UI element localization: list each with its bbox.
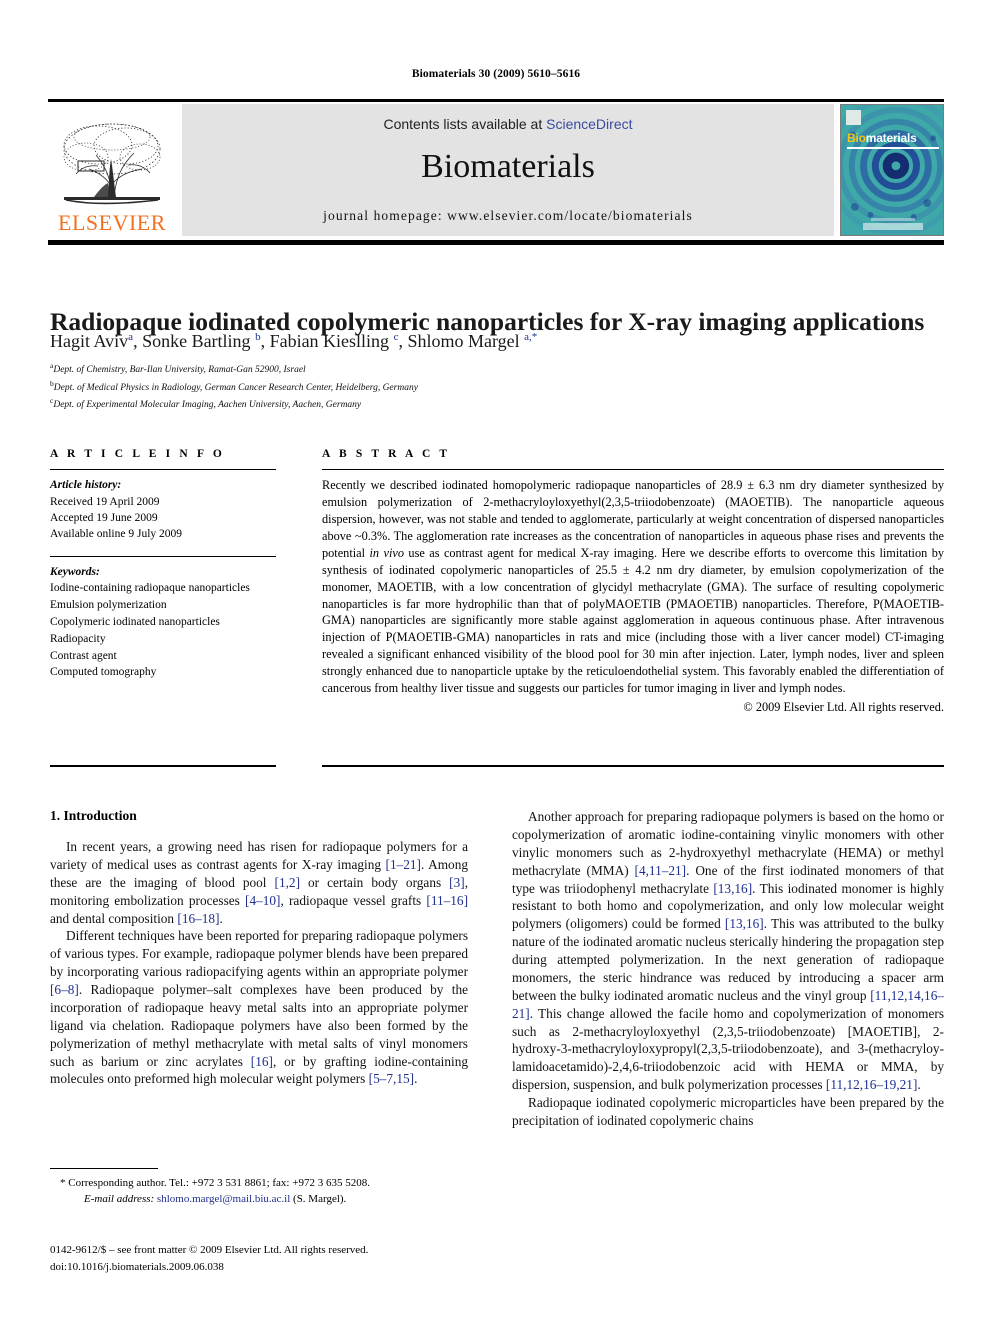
body-paragraph: Another approach for preparing radiopaqu…: [512, 809, 944, 1093]
imprint-block: 0142-9612/$ – see front matter © 2009 El…: [50, 1242, 480, 1275]
article-info-block: A R T I C L E I N F O Article history: R…: [50, 448, 276, 681]
cover-publisher-mark-icon: [846, 110, 861, 125]
journal-homepage-link[interactable]: journal homepage: www.elsevier.com/locat…: [323, 208, 693, 224]
footnote-star: *: [60, 1177, 66, 1189]
imprint-doi[interactable]: doi:10.1016/j.biomaterials.2009.06.038: [50, 1259, 480, 1276]
elsevier-wordmark: ELSEVIER: [58, 210, 166, 235]
article-info-rule-top: [50, 469, 276, 471]
contents-prefix: Contents lists available at: [383, 116, 547, 132]
footnote-rule: [50, 1168, 158, 1170]
elsevier-tree-icon: [63, 123, 161, 205]
author-list: Hagit Aviva, Sonke Bartling b, Fabian Ki…: [50, 331, 538, 351]
footnote-line: * Corresponding author. Tel.: +972 3 531…: [50, 1175, 468, 1191]
header-rule-top: [48, 99, 944, 102]
abstract-text: Recently we described iodinated homopoly…: [322, 478, 945, 696]
body-column-right: Another approach for preparing radiopaqu…: [512, 808, 944, 1130]
keyword-item: Iodine-containing radiopaque nanoparticl…: [50, 582, 250, 595]
abstract-rule-top: [322, 469, 944, 471]
affiliation-item: bDept. of Medical Physics in Radiology, …: [50, 378, 944, 396]
cover-title-underline: [847, 147, 939, 149]
article-first-page: Biomaterials 30 (2009) 5610–5616 ELSEVIE…: [0, 0, 992, 1323]
keyword-item: Emulsion polymerization: [50, 598, 167, 611]
abstract-rule-bottom: [322, 765, 944, 767]
article-history-item: Accepted 19 June 2009: [50, 511, 158, 524]
article-history-item: Available online 9 July 2009: [50, 528, 183, 541]
abstract-copyright: © 2009 Elsevier Ltd. All rights reserved…: [743, 699, 944, 714]
running-head: Biomaterials 30 (2009) 5610–5616: [411, 68, 581, 80]
affiliation-item: aDept. of Chemistry, Bar-Ilan University…: [50, 360, 944, 378]
cover-title-part2: materials: [865, 131, 917, 145]
journal-banner: ELSEVIER Contents lists available at Sci…: [48, 104, 944, 236]
affiliation-text: Dept. of Experimental Molecular Imaging,…: [53, 400, 362, 411]
banner-center: Contents lists available at ScienceDirec…: [182, 104, 834, 236]
keyword-item: Radiopacity: [50, 632, 106, 645]
email-link[interactable]: shlomo.margel@mail.biu.ac.il: [157, 1193, 290, 1205]
abstract-block: A B S T R A C T Recently we described io…: [322, 448, 944, 715]
body-column-left: 1. Introduction In recent years, a growi…: [50, 808, 468, 1088]
cover-footer-line-2: [863, 223, 923, 230]
cover-title-part1: Bio: [847, 131, 866, 145]
body-paragraph: Different techniques have been reported …: [50, 928, 469, 1087]
body-paragraph: Radiopaque iodinated copolymeric micropa…: [512, 1095, 944, 1128]
cover-footer-line-1: [871, 218, 915, 221]
email-suffix: (S. Margel).: [293, 1193, 347, 1206]
cover-journal-title: Biomaterials: [847, 131, 917, 145]
article-info-heading: A R T I C L E I N F O: [50, 448, 225, 460]
article-history-label: Article history:: [50, 479, 122, 492]
contents-available-line: Contents lists available at ScienceDirec…: [383, 116, 632, 132]
footnote-corresponding-text: Corresponding author. Tel.: +972 3 531 8…: [68, 1177, 370, 1189]
article-info-rule-middle: [50, 555, 276, 557]
body-paragraph: In recent years, a growing need has rise…: [50, 839, 469, 926]
elsevier-logo[interactable]: ELSEVIER: [48, 104, 176, 236]
keyword-item: Copolymeric iodinated nanoparticles: [50, 615, 220, 628]
keyword-item: Computed tomography: [50, 666, 157, 679]
abstract-heading: A B S T R A C T: [322, 448, 451, 460]
section-heading-introduction: 1. Introduction: [50, 808, 137, 823]
email-label: E-mail address:: [84, 1193, 155, 1206]
journal-cover-thumbnail[interactable]: Biomaterials: [840, 104, 944, 236]
sciencedirect-link[interactable]: ScienceDirect: [546, 116, 632, 132]
affiliation-text: Dept. of Medical Physics in Radiology, G…: [53, 382, 418, 393]
article-info-rule-bottom: [50, 765, 276, 767]
journal-title: Biomaterials: [421, 148, 595, 185]
keywords-label: Keywords:: [50, 565, 100, 578]
article-history-item: Received 19 April 2009: [50, 495, 160, 508]
corresponding-author-footnote: * Corresponding author. Tel.: +972 3 531…: [50, 1175, 468, 1208]
affiliation-text: Dept. of Chemistry, Bar-Ilan University,…: [53, 365, 306, 376]
keyword-item: Contrast agent: [50, 649, 117, 662]
header-rule-bottom: [48, 240, 944, 245]
affiliation-item: cDept. of Experimental Molecular Imaging…: [50, 395, 944, 413]
footnote-email-line: E-mail address: shlomo.margel@mail.biu.a…: [50, 1191, 468, 1207]
affiliation-list: aDept. of Chemistry, Bar-Ilan University…: [50, 360, 944, 413]
imprint-front-matter: 0142-9612/$ – see front matter © 2009 El…: [50, 1244, 369, 1256]
